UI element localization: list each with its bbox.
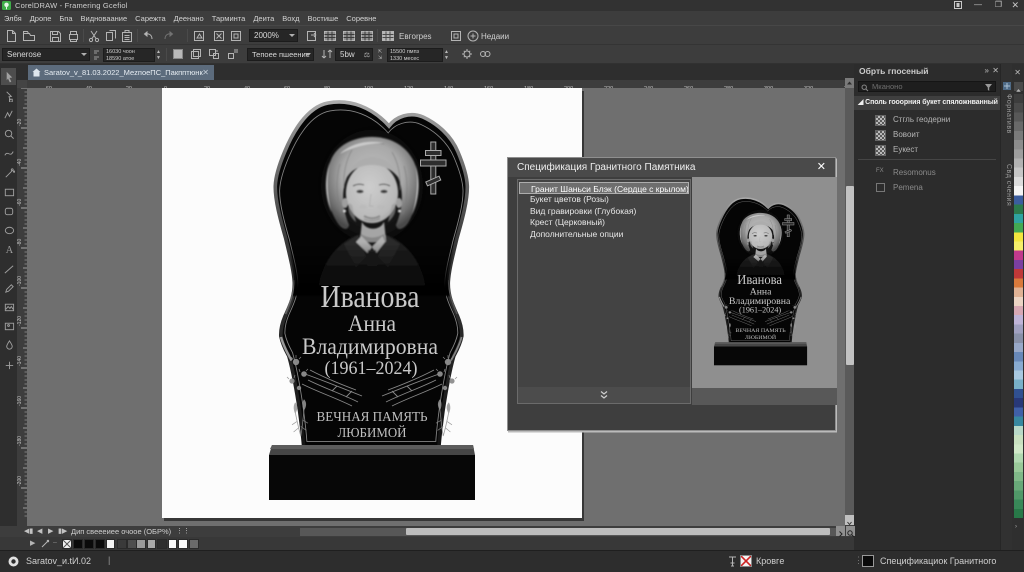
svg-text:-200: -200 bbox=[17, 476, 23, 486]
svg-text:-60: -60 bbox=[17, 199, 23, 206]
svg-text:-140: -140 bbox=[17, 356, 23, 366]
svg-text:-100: -100 bbox=[17, 276, 23, 286]
svg-text:A: A bbox=[5, 245, 13, 255]
svg-text:-20: -20 bbox=[17, 119, 23, 126]
svg-text:-40: -40 bbox=[17, 159, 23, 166]
svg-text:-180: -180 bbox=[17, 436, 23, 446]
svg-text:-120: -120 bbox=[17, 316, 23, 326]
svg-text:-80: -80 bbox=[17, 239, 23, 246]
svg-text:-160: -160 bbox=[17, 396, 23, 406]
